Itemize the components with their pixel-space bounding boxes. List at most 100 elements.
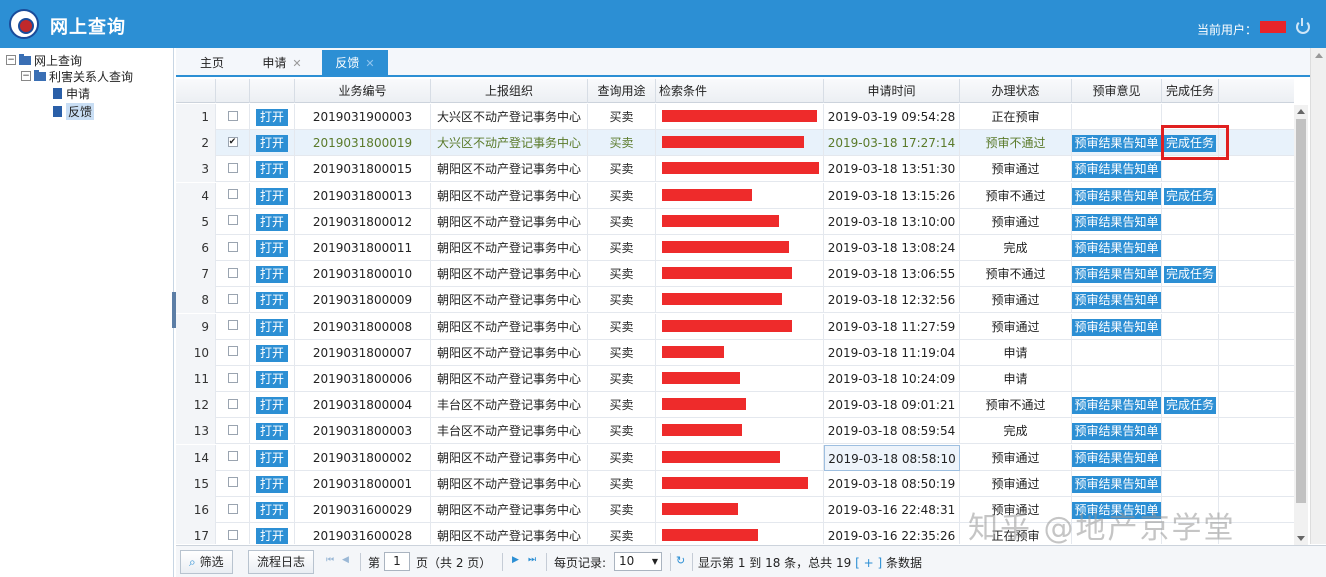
opinion-notice-button[interactable]: 预审结果告知单	[1072, 240, 1161, 257]
col-time[interactable]: 申请时间	[824, 79, 960, 103]
col-status[interactable]: 办理状态	[960, 79, 1072, 103]
grid-scrollbar[interactable]	[1294, 105, 1308, 545]
table-row[interactable]: 15 打开 2019031800001 朝阳区不动产登记事务中心 买卖 2019-03-1…	[176, 470, 1294, 497]
complete-task-button[interactable]: 完成任务	[1163, 266, 1216, 284]
table-row[interactable]: 11 打开 2019031800006 朝阳区不动产登记事务中心 买卖 2019-03-1…	[176, 366, 1294, 392]
col-org[interactable]: 上报组织	[431, 79, 588, 103]
open-button[interactable]: 打开	[255, 292, 288, 310]
tab-feedback[interactable]: 反馈 ✕	[322, 50, 388, 77]
table-row[interactable]: 8 打开 2019031800009 朝阳区不动产登记事务中心 买卖 2019-03-18…	[176, 287, 1294, 314]
opinion-notice-button[interactable]: 预审结果告知单	[1072, 475, 1161, 493]
row-checkbox[interactable]	[227, 320, 238, 331]
filter-button[interactable]: ⌕ 筛选	[180, 550, 233, 574]
first-page-icon[interactable]: ⏮	[326, 555, 334, 565]
row-checkbox[interactable]	[227, 110, 238, 121]
prev-page-icon[interactable]: ◀	[342, 555, 349, 565]
open-button[interactable]: 打开	[255, 423, 288, 441]
open-button[interactable]: 打开	[255, 449, 288, 467]
refresh-icon[interactable]: ↻	[676, 554, 685, 567]
table-row[interactable]: 12 打开 2019031800004 丰台区不动产登记事务中心 买卖 2019-03-1…	[176, 392, 1294, 419]
scroll-thumb[interactable]	[1296, 119, 1306, 503]
table-row[interactable]: 3 打开 2019031800015 朝阳区不动产登记事务中心 买卖 2019-03-18…	[176, 156, 1294, 183]
sidebar-item-feedback[interactable]: 反馈	[53, 102, 95, 120]
row-checkbox[interactable]	[227, 293, 238, 304]
open-button[interactable]: 打开	[255, 161, 288, 179]
power-icon[interactable]	[1296, 18, 1310, 34]
collapse-toggle-icon[interactable]: −	[6, 55, 16, 65]
open-button[interactable]: 打开	[255, 371, 288, 388]
open-button[interactable]: 打开	[255, 475, 288, 493]
opinion-notice-button[interactable]: 预审结果告知单	[1072, 213, 1161, 231]
open-button[interactable]: 打开	[255, 318, 288, 336]
open-button[interactable]: 打开	[255, 213, 288, 231]
page-number-input[interactable]: 1	[384, 552, 410, 571]
opinion-notice-button[interactable]: 预审结果告知单	[1072, 449, 1161, 467]
process-log-button[interactable]: 流程日志	[248, 550, 315, 574]
opinion-notice-button[interactable]: 预审结果告知单	[1072, 292, 1161, 310]
row-checkbox[interactable]	[227, 267, 238, 278]
table-row[interactable]: 5 打开 2019031800012 朝阳区不动产登记事务中心 买卖 2019-03-18…	[176, 208, 1294, 235]
tree-node-group[interactable]: − 利害关系人查询	[21, 68, 133, 84]
last-page-icon[interactable]: ⏭	[528, 555, 536, 565]
collapse-toggle-icon[interactable]: −	[21, 71, 31, 81]
tree-node-root[interactable]: − 网上查询	[6, 52, 82, 68]
open-button[interactable]: 打开	[255, 266, 288, 284]
sidebar-item-apply[interactable]: 申请	[53, 85, 90, 101]
open-button[interactable]: 打开	[255, 502, 288, 519]
col-business-id[interactable]: 业务编号	[295, 79, 431, 103]
opinion-notice-button[interactable]: 预审结果告知单	[1072, 266, 1161, 284]
row-checkbox[interactable]	[227, 241, 238, 252]
row-checkbox[interactable]	[227, 477, 238, 488]
row-checkbox[interactable]	[227, 503, 238, 514]
table-row[interactable]: 6 打开 2019031800011 朝阳区不动产登记事务中心 买卖 2019-03-18…	[176, 235, 1294, 261]
page-scrollbar[interactable]	[1310, 48, 1326, 544]
open-button[interactable]: 打开	[255, 240, 288, 257]
next-page-icon[interactable]: ▶	[512, 555, 519, 565]
opinion-notice-button[interactable]: 预审结果告知单	[1072, 397, 1161, 415]
row-checkbox[interactable]	[227, 398, 238, 409]
col-criteria[interactable]: 检索条件	[656, 79, 824, 103]
scroll-down-icon[interactable]	[1297, 536, 1305, 541]
scroll-up-icon[interactable]	[1315, 53, 1323, 58]
opinion-notice-button[interactable]: 预审结果告知单	[1072, 318, 1161, 336]
table-row[interactable]: 9 打开 2019031800008 朝阳区不动产登记事务中心 买卖 2019-03-18…	[176, 313, 1294, 340]
open-button[interactable]: 打开	[255, 109, 288, 126]
col-purpose[interactable]: 查询用途	[588, 79, 656, 103]
row-checkbox[interactable]	[227, 424, 238, 435]
expand-all-link[interactable]: [ + ]	[855, 556, 882, 570]
tab-home[interactable]: 主页	[190, 50, 234, 77]
scroll-up-icon[interactable]	[1297, 109, 1305, 114]
open-button[interactable]: 打开	[255, 135, 288, 153]
row-checkbox[interactable]	[227, 451, 238, 462]
row-checkbox[interactable]	[227, 189, 238, 200]
col-opinion[interactable]: 预审意见	[1072, 79, 1162, 103]
opinion-notice-button[interactable]: 预审结果告知单	[1072, 423, 1161, 441]
row-checkbox[interactable]	[227, 215, 238, 226]
table-row[interactable]: 13 打开 2019031800003 丰台区不动产登记事务中心 买卖 2019-03-1…	[176, 418, 1294, 445]
table-row[interactable]: 14 打开 2019031800002 朝阳区不动产登记事务中心 买卖 2019-03-1…	[176, 444, 1294, 471]
row-checkbox[interactable]	[227, 346, 238, 357]
row-checkbox[interactable]	[227, 162, 238, 173]
opinion-notice-button[interactable]: 预审结果告知单	[1072, 135, 1161, 153]
tab-apply[interactable]: 申请 ✕	[252, 50, 312, 77]
complete-task-button[interactable]: 完成任务	[1163, 187, 1216, 205]
row-checkbox[interactable]: ✔	[227, 136, 238, 147]
table-row[interactable]: 2 ✔ 打开 2019031800019 大兴区不动产登记事务中心 买卖 2019-03-1…	[176, 130, 1294, 157]
open-button[interactable]: 打开	[255, 187, 288, 205]
opinion-notice-button[interactable]: 预审结果告知单	[1072, 161, 1161, 179]
open-button[interactable]: 打开	[255, 397, 288, 415]
row-checkbox[interactable]	[227, 529, 238, 540]
table-row[interactable]: 1 打开 2019031900003 大兴区不动产登记事务中心 买卖 2019-03-19…	[176, 104, 1294, 130]
table-row[interactable]: 10 打开 2019031800007 朝阳区不动产登记事务中心 买卖 2019-03-1…	[176, 339, 1294, 366]
open-button[interactable]: 打开	[255, 344, 288, 362]
opinion-notice-button[interactable]: 预审结果告知单	[1072, 187, 1161, 205]
close-icon[interactable]: ✕	[365, 57, 374, 70]
row-checkbox[interactable]	[227, 372, 238, 383]
close-icon[interactable]: ✕	[292, 57, 301, 70]
col-complete[interactable]: 完成任务	[1162, 79, 1219, 103]
open-button[interactable]: 打开	[255, 528, 288, 544]
complete-task-button[interactable]: 完成任务	[1163, 397, 1216, 415]
table-row[interactable]: 7 打开 2019031800010 朝阳区不动产登记事务中心 买卖 2019-03-18…	[176, 261, 1294, 288]
table-row[interactable]: 4 打开 2019031800013 朝阳区不动产登记事务中心 买卖 2019-03-18…	[176, 182, 1294, 209]
per-page-select[interactable]: 10	[614, 552, 662, 571]
